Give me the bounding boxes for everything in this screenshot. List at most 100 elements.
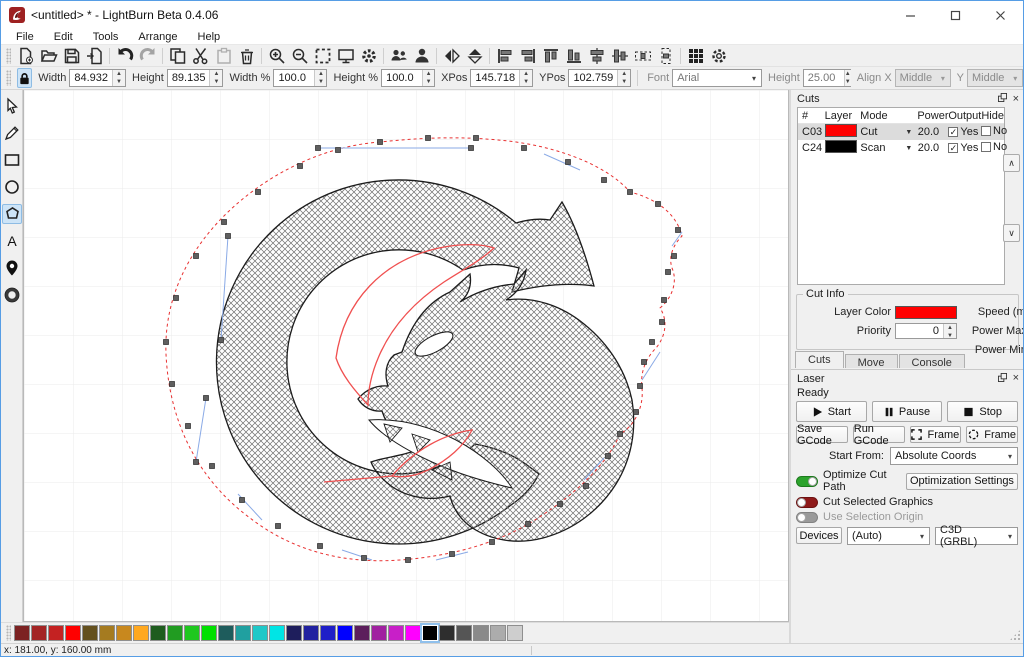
edit-node-handle[interactable] <box>638 384 643 389</box>
start-button[interactable]: Start <box>796 401 867 422</box>
menu-help[interactable]: Help <box>189 30 230 44</box>
edit-node-handle[interactable] <box>336 148 341 153</box>
edit-node-handle[interactable] <box>174 296 179 301</box>
font-combo[interactable]: Arial▾ <box>672 69 762 87</box>
port-combo[interactable]: (Auto)▾ <box>847 527 930 545</box>
layer-color-swatch[interactable] <box>825 124 857 137</box>
flip-vertical-button[interactable] <box>463 46 486 66</box>
layer-color-swatch[interactable] <box>825 140 857 153</box>
polygon-tool[interactable] <box>2 204 22 224</box>
select-tool[interactable] <box>2 96 22 116</box>
device-combo[interactable]: C3D (GRBL)▾ <box>935 527 1018 545</box>
palette-swatch-c00[interactable] <box>14 625 30 641</box>
edit-node-handle[interactable] <box>186 424 191 429</box>
edit-node-handle[interactable] <box>222 220 227 225</box>
pause-button[interactable]: Pause <box>872 401 943 422</box>
font-height-spinner[interactable]: ▲▼ <box>844 70 851 86</box>
offset-tool[interactable] <box>2 285 22 305</box>
palette-swatch-c26[interactable] <box>456 625 472 641</box>
maximize-button[interactable] <box>933 1 978 29</box>
menu-file[interactable]: File <box>7 30 43 44</box>
distribute-vertical-button[interactable] <box>654 46 677 66</box>
edit-node-handle[interactable] <box>406 558 411 563</box>
menu-arrange[interactable]: Arrange <box>129 30 186 44</box>
edit-node-handle[interactable] <box>316 146 321 151</box>
cut-selected-graphics-toggle[interactable] <box>796 497 818 508</box>
edit-node-handle[interactable] <box>298 164 303 169</box>
edit-node-handle[interactable] <box>226 234 231 239</box>
zoom-in-button[interactable] <box>265 46 288 66</box>
machine-settings-button[interactable] <box>707 46 730 66</box>
edit-node-handle[interactable] <box>522 146 527 151</box>
align-v-center-button[interactable] <box>585 46 608 66</box>
grid-array-button[interactable] <box>684 46 707 66</box>
toolbar-grip[interactable] <box>6 48 11 64</box>
width-pct-spinner[interactable]: ▲▼ <box>314 70 326 86</box>
align-left-button[interactable] <box>493 46 516 66</box>
toolbar-grip[interactable] <box>6 70 11 86</box>
priority-field[interactable]: 0▲▼ <box>895 323 957 339</box>
output-checkbox[interactable]: ✓Yes <box>948 126 978 138</box>
edit-node-handle[interactable] <box>672 254 677 259</box>
palette-swatch-c09[interactable] <box>167 625 183 641</box>
palette-swatch-c25[interactable] <box>439 625 455 641</box>
align-bottom-button[interactable] <box>562 46 585 66</box>
edit-node-handle[interactable] <box>164 340 169 345</box>
edit-node-handle[interactable] <box>378 140 383 145</box>
palette-swatch-c13[interactable] <box>235 625 251 641</box>
edit-node-handle[interactable] <box>194 254 199 259</box>
preview-button[interactable] <box>334 46 357 66</box>
menu-tools[interactable]: Tools <box>84 30 128 44</box>
palette-grip[interactable] <box>6 625 11 641</box>
close-panel-icon[interactable]: × <box>1013 374 1019 383</box>
palette-swatch-c06[interactable] <box>116 625 132 641</box>
edit-node-handle[interactable] <box>676 228 681 233</box>
edit-node-handle[interactable] <box>469 146 474 151</box>
palette-swatch-c16[interactable] <box>286 625 302 641</box>
font-height-field[interactable]: 25.00▲▼ <box>803 69 851 87</box>
ypos-spinner[interactable]: ▲▼ <box>617 70 630 86</box>
group-button[interactable] <box>387 46 410 66</box>
use-selection-origin-toggle[interactable] <box>796 512 818 523</box>
edit-node-handle[interactable] <box>219 338 224 343</box>
mode-dropdown[interactable]: Cut▼ <box>860 125 914 139</box>
align-y-combo[interactable]: Middle▾ <box>967 69 1023 87</box>
edit-node-handle[interactable] <box>526 522 531 527</box>
palette-swatch-c15[interactable] <box>269 625 285 641</box>
edit-node-handle[interactable] <box>660 320 665 325</box>
edit-node-handle[interactable] <box>490 540 495 545</box>
width-spinner[interactable]: ▲▼ <box>112 70 125 86</box>
open-file-button[interactable] <box>37 46 60 66</box>
edit-node-handle[interactable] <box>204 396 209 401</box>
optimization-settings-button[interactable]: Optimization Settings <box>906 473 1018 490</box>
edit-node-handle[interactable] <box>170 382 175 387</box>
layer-row-c24[interactable]: C24 Scan▼ 20.0 ✓Yes No <box>798 140 1004 156</box>
layer-move-down-button[interactable]: ∨ <box>1003 224 1020 242</box>
palette-swatch-c24[interactable] <box>422 625 438 641</box>
palette-swatch-c27[interactable] <box>473 625 489 641</box>
new-file-button[interactable] <box>14 46 37 66</box>
palette-swatch-c12[interactable] <box>218 625 234 641</box>
float-panel-icon[interactable] <box>998 93 1007 105</box>
edit-node-handle[interactable] <box>606 454 611 459</box>
xpos-field[interactable]: 145.718▲▼ <box>470 69 533 87</box>
height-field[interactable]: 89.135▲▼ <box>167 69 224 87</box>
stop-button[interactable]: Stop <box>947 401 1018 422</box>
start-from-combo[interactable]: Absolute Coords▾ <box>890 447 1018 465</box>
palette-swatch-c18[interactable] <box>320 625 336 641</box>
palette-swatch-c10[interactable] <box>184 625 200 641</box>
save-gcode-button[interactable]: Save GCode <box>796 426 848 443</box>
draw-lines-tool[interactable] <box>2 123 22 143</box>
position-tool[interactable] <box>2 258 22 278</box>
palette-swatch-c01[interactable] <box>31 625 47 641</box>
tab-move[interactable]: Move <box>845 354 898 368</box>
width-pct-field[interactable]: 100.0▲▼ <box>273 69 327 87</box>
edit-node-handle[interactable] <box>642 360 647 365</box>
edit-node-handle[interactable] <box>566 160 571 165</box>
edit-node-handle[interactable] <box>558 502 563 507</box>
layer-move-up-button[interactable]: ∧ <box>1003 154 1020 172</box>
edit-node-handle[interactable] <box>318 544 323 549</box>
width-field[interactable]: 84.932▲▼ <box>69 69 126 87</box>
palette-swatch-c21[interactable] <box>371 625 387 641</box>
palette-swatch-c23[interactable] <box>405 625 421 641</box>
